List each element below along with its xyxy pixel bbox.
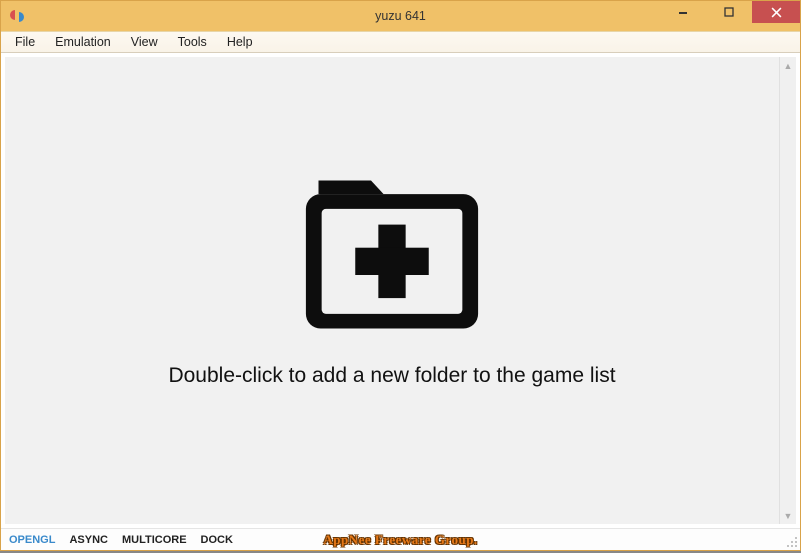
window-title: yuzu 641 (375, 9, 426, 23)
watermark: AppNee Freeware Group. (323, 532, 477, 548)
maximize-button[interactable] (706, 1, 752, 23)
menu-emulation[interactable]: Emulation (45, 33, 121, 51)
app-icon (9, 8, 25, 24)
menu-file[interactable]: File (5, 33, 45, 51)
add-folder-icon (287, 164, 497, 344)
scroll-up-arrow-icon[interactable]: ▲ (780, 57, 796, 74)
vertical-scrollbar[interactable]: ▲ ▼ (779, 57, 796, 524)
menu-view[interactable]: View (121, 33, 168, 51)
hint-text: Double-click to add a new folder to the … (168, 364, 615, 388)
scroll-down-arrow-icon[interactable]: ▼ (780, 507, 796, 524)
minimize-button[interactable] (660, 1, 706, 23)
menu-help[interactable]: Help (217, 33, 263, 51)
status-multicore[interactable]: MULTICORE (122, 534, 187, 546)
menu-tools[interactable]: Tools (168, 33, 217, 51)
content-area: Double-click to add a new folder to the … (4, 56, 797, 525)
status-async[interactable]: ASYNC (69, 534, 108, 546)
menubar: File Emulation View Tools Help (1, 31, 800, 53)
titlebar[interactable]: yuzu 641 (1, 1, 800, 31)
game-list-placeholder[interactable]: Double-click to add a new folder to the … (5, 57, 779, 524)
window-controls (660, 1, 800, 23)
resize-grip-icon[interactable] (784, 534, 798, 548)
statusbar: OPENGL ASYNC MULTICORE DOCK AppNee Freew… (1, 528, 800, 550)
app-window: yuzu 641 File Emulation View Tools Help (0, 0, 801, 551)
status-dock[interactable]: DOCK (201, 534, 233, 546)
status-opengl[interactable]: OPENGL (9, 534, 55, 546)
close-button[interactable] (752, 1, 800, 23)
